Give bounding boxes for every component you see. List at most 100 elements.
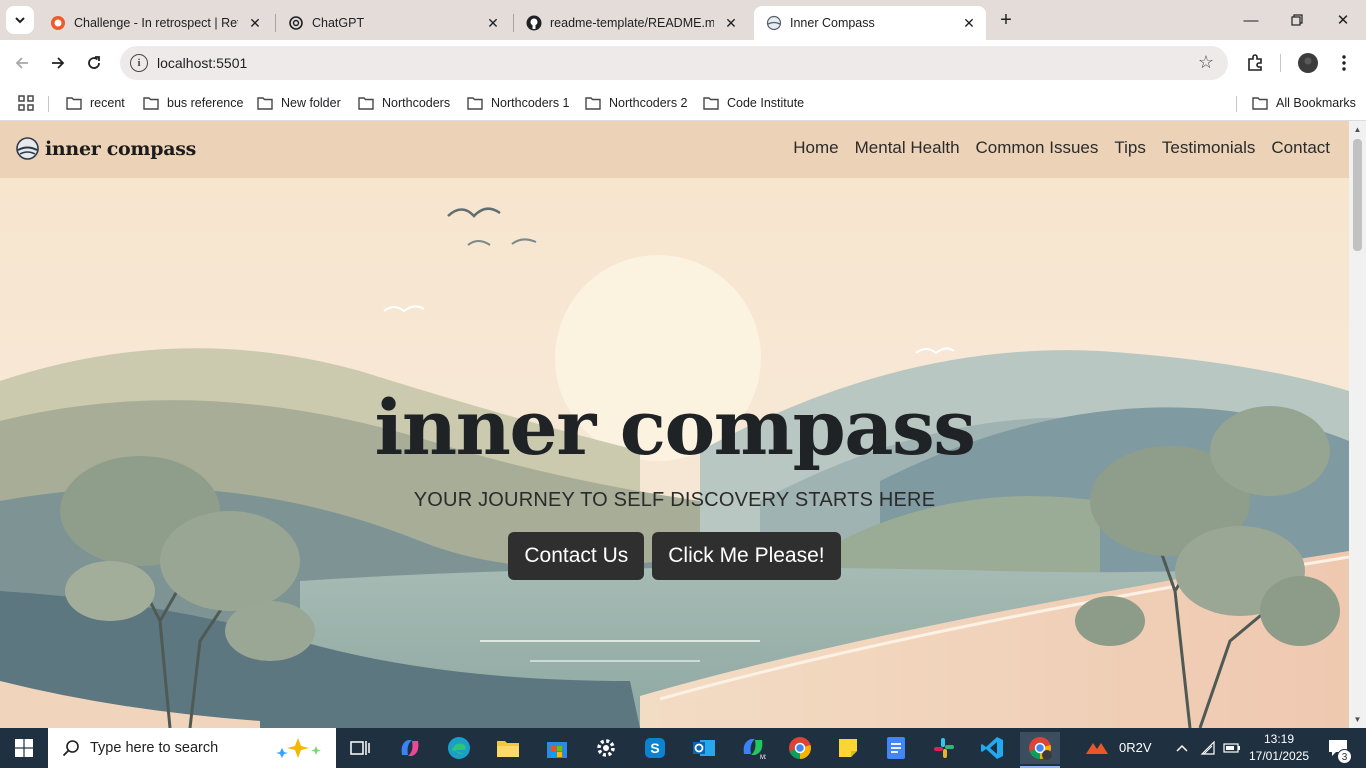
brand-name: inner compass <box>45 137 196 160</box>
chrome-icon[interactable] <box>780 732 820 764</box>
folder-icon <box>703 97 719 110</box>
file-explorer-icon[interactable] <box>488 732 528 764</box>
folder-icon <box>585 97 601 110</box>
outlook-icon[interactable] <box>684 732 724 764</box>
tab-chatgpt[interactable]: ChatGPT ✕ <box>276 6 510 40</box>
nav-link-mental-health[interactable]: Mental Health <box>855 138 960 158</box>
page-scrollbar[interactable]: ▲ ▼ <box>1349 121 1366 728</box>
click-me-button[interactable]: Click Me Please! <box>652 532 841 580</box>
close-icon[interactable]: ✕ <box>960 14 978 32</box>
bookmark-folder[interactable]: Code Institute <box>703 93 804 113</box>
wifi-icon[interactable] <box>1196 732 1220 764</box>
bookmark-star-icon[interactable]: ☆ <box>1198 52 1214 73</box>
bookmark-label: Code Institute <box>727 96 805 110</box>
scroll-down-arrow-icon[interactable]: ▼ <box>1353 715 1362 724</box>
close-icon[interactable]: ✕ <box>722 14 740 32</box>
vscode-icon[interactable] <box>972 732 1012 764</box>
apps-grid-icon[interactable] <box>18 93 42 113</box>
bookmark-label: All Bookmarks <box>1276 96 1356 110</box>
tab-retro[interactable]: Challenge - In retrospect | Retro ✕ <box>38 6 272 40</box>
bookmark-label: Northcoders 1 <box>491 96 570 110</box>
address-bar[interactable]: i localhost:5501 ☆ <box>120 46 1228 80</box>
tab-inner-compass[interactable]: Inner Compass ✕ <box>754 6 986 40</box>
bookmarks-bar: recent bus reference New folder Northcod… <box>0 86 1366 121</box>
google-docs-icon[interactable] <box>876 732 916 764</box>
contact-us-button[interactable]: Contact Us <box>508 532 645 580</box>
clock-date[interactable]: 17/01/2025 <box>1249 749 1309 763</box>
search-placeholder: Type here to search <box>90 740 219 756</box>
bookmark-folder[interactable]: New folder <box>257 93 341 113</box>
bookmark-folder[interactable]: Northcoders <box>358 93 450 113</box>
site-info-icon[interactable]: i <box>130 54 148 72</box>
new-tab-button[interactable]: + <box>994 8 1018 32</box>
close-icon[interactable]: ✕ <box>484 14 502 32</box>
bookmark-label: Northcoders <box>382 96 451 110</box>
folder-icon <box>257 97 273 110</box>
bookmark-folder[interactable]: Northcoders 2 <box>585 93 688 113</box>
window-close-icon[interactable]: ✕ <box>1320 0 1366 40</box>
bookmark-folder[interactable]: recent <box>66 93 125 113</box>
bookmarks-separator <box>1236 96 1237 112</box>
nav-link-common-issues[interactable]: Common Issues <box>976 138 1099 158</box>
browser-tab-strip: Challenge - In retrospect | Retro ✕ Chat… <box>0 0 1366 40</box>
url-text: localhost:5501 <box>157 55 248 71</box>
chrome-active-window-icon[interactable] <box>1020 732 1060 768</box>
tray-app-label: 0R2V <box>1119 740 1152 755</box>
chevron-down-icon <box>15 17 25 24</box>
windows-start-icon[interactable] <box>0 728 48 768</box>
bookmark-folder[interactable]: Northcoders 1 <box>467 93 570 113</box>
edge-browser-icon[interactable] <box>439 732 479 764</box>
compass-favicon-icon <box>766 15 782 31</box>
sticky-notes-icon[interactable] <box>828 732 868 764</box>
scroll-up-arrow-icon[interactable]: ▲ <box>1353 125 1362 134</box>
reload-icon[interactable] <box>80 49 108 77</box>
copilot-app-icon[interactable] <box>390 732 430 764</box>
nav-link-testimonials[interactable]: Testimonials <box>1162 138 1256 158</box>
nav-link-tips[interactable]: Tips <box>1114 138 1146 158</box>
all-bookmarks-button[interactable]: All Bookmarks <box>1252 93 1356 113</box>
microsoft-store-icon[interactable] <box>537 732 577 764</box>
hero-title: inner compass <box>374 383 976 472</box>
skype-icon[interactable]: S <box>635 732 675 764</box>
profile-avatar[interactable] <box>1294 49 1322 77</box>
bookmark-label: New folder <box>281 96 341 110</box>
show-hidden-icons-chevron-icon[interactable] <box>1170 732 1194 764</box>
folder-icon <box>143 97 159 110</box>
notifications-icon[interactable]: 3 <box>1318 732 1358 764</box>
tab-title: Challenge - In retrospect | Retro <box>74 16 238 30</box>
bookmark-folder[interactable]: bus reference <box>143 93 243 113</box>
slack-icon[interactable] <box>924 732 964 764</box>
folder-icon <box>467 97 483 110</box>
compass-logo-icon <box>16 137 39 160</box>
extensions-icon[interactable] <box>1241 49 1269 77</box>
clock-time[interactable]: 13:19 <box>1264 732 1294 746</box>
folder-icon <box>1252 97 1268 110</box>
forward-arrow-icon[interactable] <box>44 49 72 77</box>
battery-icon[interactable] <box>1220 732 1244 764</box>
settings-gear-icon[interactable] <box>586 732 626 764</box>
hero-button-group: Contact Us Click Me Please! <box>0 532 1349 580</box>
github-favicon-icon <box>526 15 542 31</box>
folder-icon <box>358 97 374 110</box>
scrollbar-thumb[interactable] <box>1353 139 1362 251</box>
tab-title: readme-template/README.md <box>550 16 714 30</box>
taskbar-search-box[interactable]: Type here to search <box>48 728 336 768</box>
task-view-icon[interactable] <box>340 732 380 764</box>
more-options-icon[interactable] <box>1330 49 1358 77</box>
site-nav-links: Home Mental Health Common Issues Tips Te… <box>793 138 1330 158</box>
windows-taskbar: Type here to search S M365 <box>0 728 1366 768</box>
nav-link-home[interactable]: Home <box>793 138 838 158</box>
restore-icon[interactable] <box>1274 0 1320 40</box>
svg-text:M365: M365 <box>760 755 766 760</box>
tray-app-icon[interactable] <box>1082 732 1112 764</box>
tab-search-button[interactable] <box>6 6 34 34</box>
site-brand-link[interactable]: inner compass <box>16 137 196 160</box>
back-arrow-icon[interactable] <box>8 49 36 77</box>
tab-github-readme[interactable]: readme-template/README.md ✕ <box>514 6 748 40</box>
nav-link-contact[interactable]: Contact <box>1271 138 1330 158</box>
minimize-icon[interactable]: — <box>1228 0 1274 40</box>
bookmark-label: recent <box>90 96 125 110</box>
close-icon[interactable]: ✕ <box>246 14 264 32</box>
toolbar-separator <box>1280 54 1281 72</box>
microsoft-365-icon[interactable]: M365 <box>733 732 773 764</box>
